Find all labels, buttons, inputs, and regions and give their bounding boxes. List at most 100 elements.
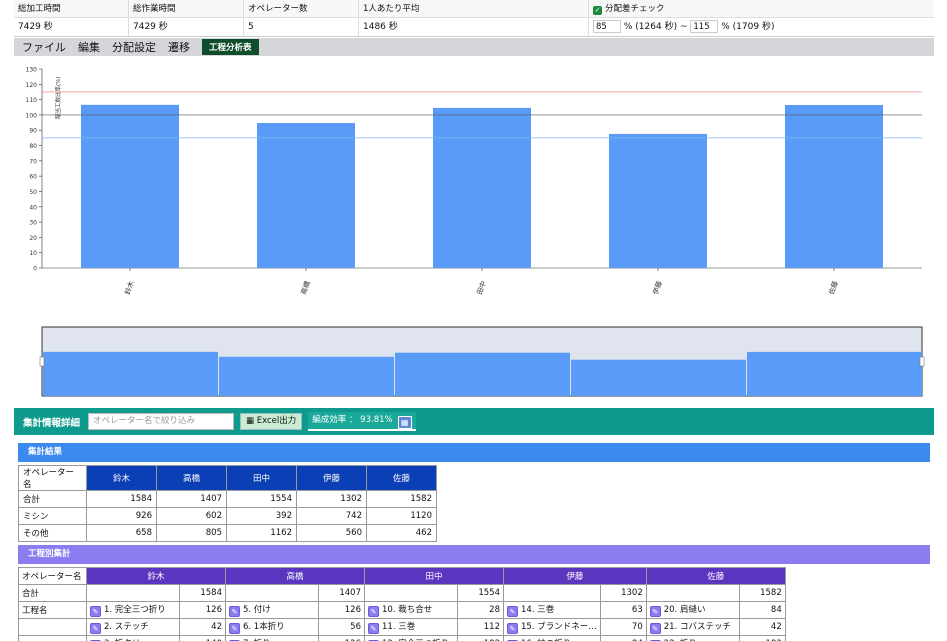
high-text: % (1709 秒) — [721, 22, 775, 32]
header-average: 1人あたり平均 — [359, 0, 589, 18]
process-summary-title: 工程別集計 — [18, 545, 930, 564]
summary-result-title: 集計結果 — [18, 443, 930, 462]
low-percent-input[interactable]: 85 — [593, 20, 621, 33]
calculator-icon[interactable]: ▦ — [397, 416, 412, 429]
table-cell: 1584 — [86, 490, 157, 508]
process-value: 84 — [738, 601, 786, 619]
operator-header: 鈴木 — [86, 567, 226, 585]
excel-export-button[interactable]: ▦ Excel出力 — [240, 413, 303, 430]
distribution-check[interactable]: ✓ 分配差チェック — [589, 0, 934, 18]
process-name-cell[interactable]: ✎ 10. 裁ち合せ — [364, 601, 458, 619]
process-name-cell[interactable]: ✎ 14. 三巻 — [503, 601, 601, 619]
process-value: 140 — [179, 635, 226, 641]
edit-icon[interactable]: ✎ — [649, 606, 661, 617]
edit-icon[interactable]: ✎ — [90, 606, 101, 617]
table-cell — [645, 584, 740, 602]
excel-icon: ▦ — [246, 416, 257, 426]
y-tick-label: 80 — [29, 143, 37, 150]
y-tick-label: 120 — [26, 82, 38, 89]
process-value: 42 — [179, 618, 226, 636]
operator-filter-input[interactable]: オペレーター名で絞り込み — [88, 413, 235, 430]
summary-table: オペレーター名 鈴木 高橋 田中 伊藤 佐藤 合計 1584 1407 1554… — [18, 465, 437, 542]
process-value: 182 — [738, 635, 786, 641]
table-cell: 1584 — [179, 584, 226, 602]
operator-name-header: オペレーター名 — [18, 465, 87, 491]
process-name-cell[interactable]: ✎ 2. ステッチ — [86, 618, 180, 636]
y-tick-label: 50 — [29, 189, 37, 196]
table-cell — [503, 584, 601, 602]
process-table: オペレーター名 鈴木 高橋 田中 伊藤 佐藤 合計 1584 1407 1554… — [18, 567, 786, 641]
process-name-cell[interactable]: ✎7. 折り — [225, 635, 319, 641]
header-operator-count: オペレーター数 — [244, 0, 359, 18]
checkbox-icon[interactable]: ✓ — [593, 6, 602, 15]
excel-label: Excel出力 — [256, 416, 297, 426]
process-name-cell[interactable]: ✎ 11. 三巻 — [364, 618, 458, 636]
distribution-check-label: 分配差チェック — [605, 4, 665, 14]
edit-icon[interactable]: ✎ — [229, 606, 240, 617]
row-label: 工程名 — [18, 601, 87, 619]
y-tick-label: 0 — [33, 266, 37, 273]
menu-navigate[interactable]: 遷移 — [168, 39, 190, 55]
edit-icon[interactable]: ✎ — [507, 623, 518, 634]
process-name-cell[interactable]: ✎ 1. 完全三つ折り — [86, 601, 180, 619]
overview-bar — [747, 351, 922, 396]
row-label: 合計 — [18, 584, 87, 602]
process-name-cell[interactable]: ✎ 15. ブランドネー… — [503, 618, 601, 636]
row-label: ミシン — [18, 507, 87, 525]
edit-icon[interactable]: ✎ — [368, 623, 379, 634]
operator-header: 伊藤 — [296, 465, 367, 491]
row-label: その他 — [18, 524, 87, 542]
menu-distribution[interactable]: 分配設定 — [112, 39, 156, 55]
efficiency-text: 編成効率 ： 93.81% — [312, 415, 393, 425]
process-name: 11. 三巻 — [382, 622, 416, 632]
operator-header: 伊藤 — [503, 567, 647, 585]
process-name-cell[interactable]: ✎ 6. 1本折り — [225, 618, 319, 636]
table-cell — [225, 584, 319, 602]
process-name-cell[interactable]: ✎12. 完全三つ折り — [364, 635, 458, 641]
chart-area: 0 10 20 30 40 50 60 70 80 90 100 110 120 130 配当工数比率(%)… — [14, 56, 934, 406]
high-percent-input[interactable]: 115 — [690, 20, 719, 33]
process-value: 56 — [318, 618, 365, 636]
table-cell — [86, 584, 180, 602]
table-cell: 1302 — [296, 490, 367, 508]
process-name-cell[interactable]: ✎ 21. コバステッチ — [645, 618, 740, 636]
edit-icon[interactable]: ✎ — [90, 623, 101, 634]
edit-icon[interactable]: ✎ — [229, 623, 240, 634]
value-operator-count: 5 — [244, 18, 359, 36]
x-tick-label: 佐藤 — [827, 280, 840, 296]
process-value: 63 — [599, 601, 647, 619]
y-tick-label: 60 — [29, 174, 37, 181]
operator-name-header: オペレーター名 — [18, 567, 87, 585]
edit-icon[interactable]: ✎ — [368, 606, 379, 617]
process-value: 126 — [179, 601, 226, 619]
overview-bar — [219, 356, 394, 396]
tab-process-analysis[interactable]: 工程分析表 — [202, 39, 259, 55]
table-row: ミシン 926 602 392 742 1120 — [18, 507, 437, 525]
table-cell: 602 — [156, 507, 227, 525]
process-name-cell[interactable]: ✎ 20. 肩縫い — [645, 601, 740, 619]
process-name-cell[interactable]: ✎22. 折り — [645, 635, 740, 641]
process-name: 10. 裁ち合せ — [382, 605, 433, 615]
y-axis-label: 配当工数比率(%) — [54, 76, 62, 119]
process-value: 126 — [318, 601, 365, 619]
row-label: 合計 — [18, 490, 87, 508]
value-total-process: 7429 秒 — [14, 18, 129, 36]
x-tick-label: 伊藤 — [651, 280, 664, 296]
process-value: 42 — [738, 618, 786, 636]
value-total-work: 7429 秒 — [129, 18, 244, 36]
menu-edit[interactable]: 編集 — [78, 39, 100, 55]
overview-bar — [43, 351, 218, 396]
row-label — [18, 635, 87, 641]
edit-icon[interactable]: ✎ — [507, 606, 518, 617]
table-cell: 658 — [86, 524, 157, 542]
process-value: 112 — [457, 618, 504, 636]
table-cell: 1302 — [599, 584, 647, 602]
edit-icon[interactable]: ✎ — [649, 623, 661, 634]
process-name-cell[interactable]: ✎16. 袖の折り — [503, 635, 601, 641]
menu-file[interactable]: ファイル — [22, 39, 66, 55]
process-value: 28 — [457, 601, 504, 619]
process-name-cell[interactable]: ✎3. 折タリ… — [86, 635, 180, 641]
process-name-cell[interactable]: ✎ 5. 付け — [225, 601, 319, 619]
process-value: 182 — [457, 635, 504, 641]
brush-handle-right — [919, 356, 925, 367]
